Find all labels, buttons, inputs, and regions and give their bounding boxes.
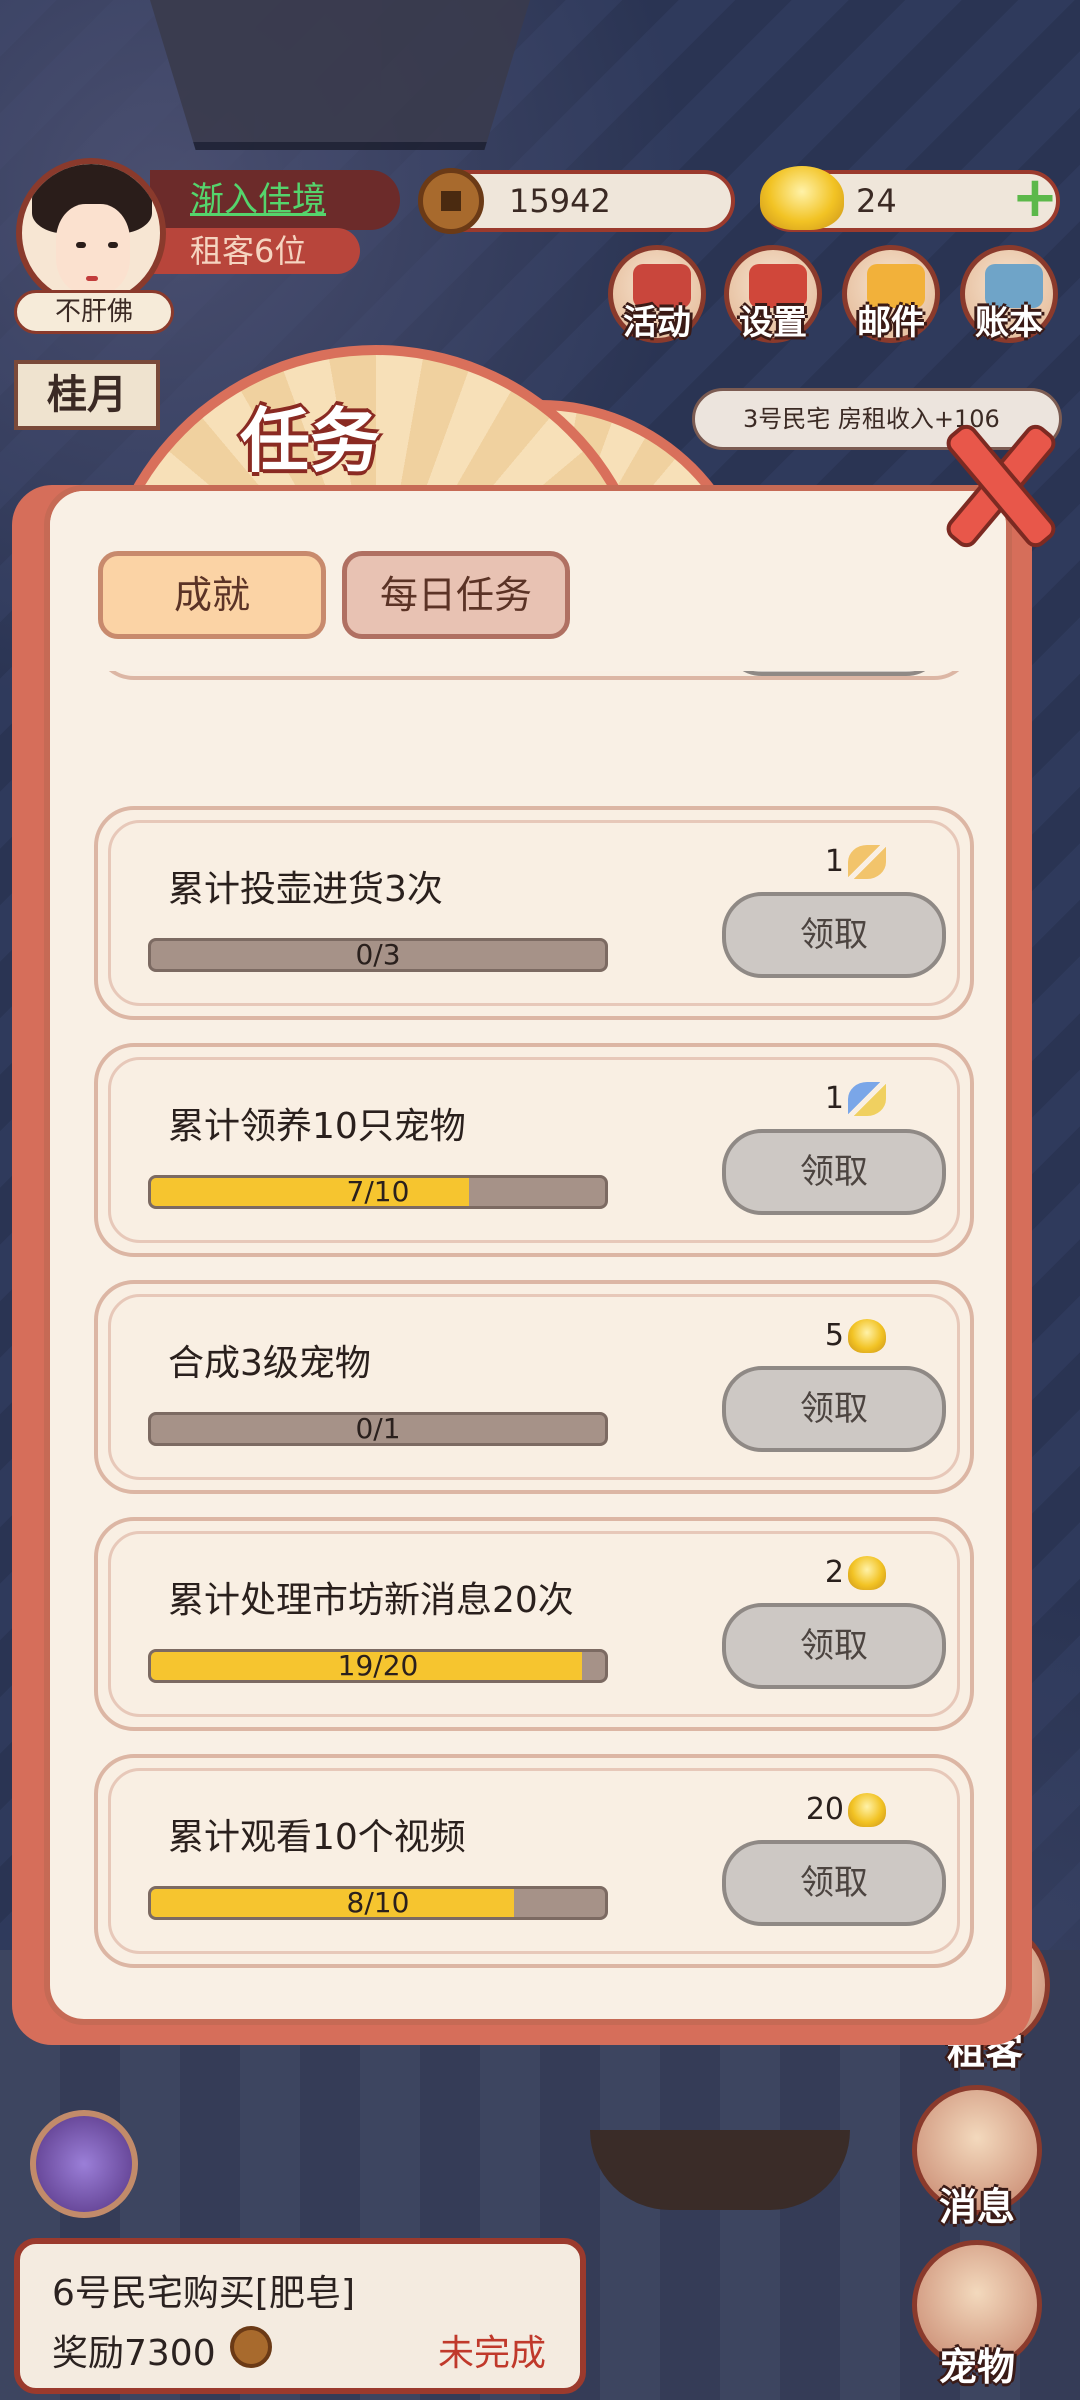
task-reward: 1 — [825, 840, 886, 884]
pet-label: 宠物 — [938, 2345, 1015, 2389]
progress-text: 19/20 — [337, 1649, 419, 1682]
butterfly-icon — [848, 845, 886, 879]
ledger-label: 账本 — [975, 303, 1043, 343]
progress-text: 0/3 — [355, 938, 401, 971]
quest-title: 6号民宅购买[肥皂] — [52, 2273, 355, 2314]
player-name: 不肝佛 — [14, 290, 174, 334]
close-icon[interactable] — [936, 420, 1056, 540]
add-ingot-icon[interactable]: + — [1010, 170, 1060, 226]
claim-button[interactable]: 领取 — [722, 892, 946, 978]
task-card: 累计处理市坊新消息20次 19/20 2 领取 — [94, 1517, 974, 1731]
task-title: 合成3级宠物 — [168, 1343, 371, 1384]
activity-label: 活动 — [623, 303, 691, 343]
task-reward: 5 — [825, 1314, 886, 1358]
coin-value: 15942 — [509, 182, 611, 220]
modal-tabs: 成就 每日任务 — [50, 491, 1006, 671]
date-label: 桂月 — [14, 360, 160, 430]
ingot-value: 24 — [856, 182, 897, 220]
quest-reward: 奖励7300 — [52, 2333, 216, 2374]
blue-butterfly-icon — [848, 1082, 886, 1116]
claim-button[interactable]: 领取 — [722, 1129, 946, 1215]
ingot-counter: 24 + — [760, 166, 1060, 232]
player-rank: 租客6位 — [150, 228, 360, 274]
claim-button[interactable]: 领取 — [722, 1366, 946, 1452]
reward-count: 20 — [805, 1792, 844, 1827]
task-title: 累计处理市坊新消息20次 — [168, 1580, 574, 1621]
task-card: 合成3级宠物 0/1 5 领取 — [94, 1280, 974, 1494]
gold-ingot-icon — [760, 166, 844, 230]
ingot-icon — [848, 1793, 886, 1827]
background-building — [150, 0, 530, 150]
claim-button[interactable]: 领取 — [722, 1840, 946, 1926]
task-reward: 20 — [806, 1788, 886, 1832]
coin-counter: 15942 — [418, 168, 735, 234]
mail-label: 邮件 — [857, 303, 925, 343]
task-card: 累计观看10个视频 8/10 20 领取 — [94, 1754, 974, 1968]
player-title[interactable]: 渐入佳境 — [150, 170, 400, 230]
reward-count: 2 — [824, 1555, 844, 1590]
coin-icon — [418, 168, 484, 234]
task-title: 累计领养10只宠物 — [168, 1106, 466, 1147]
task-modal: 0/20领取累计投壶进货3次0/31领取累计领养10只宠物7/101领取合成3级… — [44, 485, 1012, 2025]
task-card: 累计投壶进货3次 0/3 1 领取 — [94, 806, 974, 1020]
settings-label: 设置 — [739, 303, 807, 343]
task-reward: 2 — [825, 1551, 886, 1595]
task-progress-bar: 7/10 — [148, 1175, 608, 1209]
task-progress-bar: 8/10 — [148, 1886, 608, 1920]
ingot-icon — [848, 1556, 886, 1590]
task-title: 累计投壶进货3次 — [168, 869, 443, 910]
ingot-icon — [848, 1319, 886, 1353]
claim-button[interactable]: 领取 — [722, 1603, 946, 1689]
background-boat — [590, 2130, 850, 2210]
current-quest[interactable]: 6号民宅购买[肥皂] 奖励7300 未完成 — [14, 2238, 586, 2394]
progress-text: 0/1 — [355, 1412, 401, 1445]
task-progress-bar: 0/1 — [148, 1412, 608, 1446]
task-progress-bar: 0/3 — [148, 938, 608, 972]
reward-count: 1 — [824, 844, 844, 879]
tab-daily-tasks[interactable]: 每日任务 — [342, 551, 570, 639]
avatar[interactable] — [16, 158, 166, 308]
tab-achievements[interactable]: 成就 — [98, 551, 326, 639]
reward-count: 1 — [824, 1081, 844, 1116]
coin-icon — [230, 2326, 272, 2368]
progress-text: 7/10 — [346, 1175, 410, 1208]
reward-count: 5 — [824, 1318, 844, 1353]
task-reward: 1 — [825, 1077, 886, 1121]
task-progress-bar: 19/20 — [148, 1649, 608, 1683]
lightning-icon[interactable] — [30, 2110, 138, 2218]
quest-status: 未完成 — [437, 2333, 546, 2374]
message-label: 消息 — [938, 2185, 1015, 2229]
progress-text: 8/10 — [346, 1886, 410, 1919]
modal-title: 任务 — [240, 400, 380, 482]
task-card: 累计领养10只宠物 7/10 1 领取 — [94, 1043, 974, 1257]
task-title: 累计观看10个视频 — [168, 1817, 466, 1858]
